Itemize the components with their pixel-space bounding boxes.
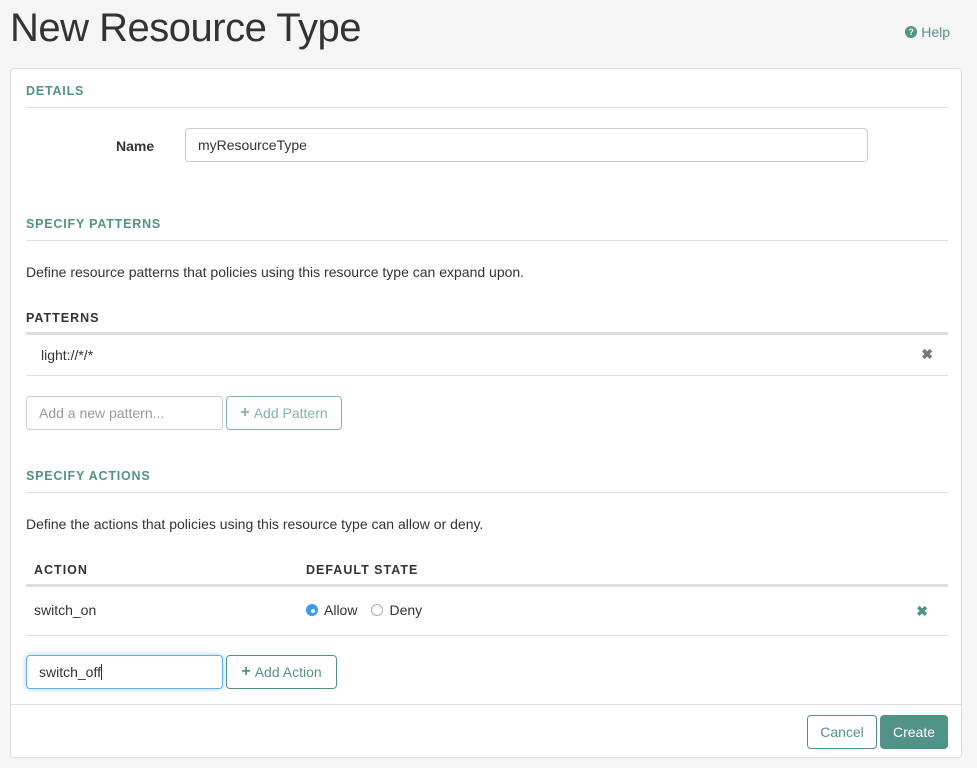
deny-radio-option[interactable]: Deny — [371, 602, 422, 618]
create-button[interactable]: Create — [880, 715, 948, 749]
help-link[interactable]: ? Help — [905, 24, 950, 40]
new-pattern-input[interactable] — [26, 396, 223, 430]
specify-patterns-heading: SPECIFY PATTERNS — [26, 217, 948, 241]
patterns-description: Define resource patterns that policies u… — [26, 264, 525, 280]
cancel-button[interactable]: Cancel — [807, 715, 877, 749]
add-action-button[interactable]: + Add Action — [226, 655, 337, 689]
patterns-table-header: PATTERNS — [26, 305, 948, 335]
allow-label: Allow — [324, 602, 358, 618]
default-state-column-header: DEFAULT STATE — [306, 563, 419, 577]
add-pattern-label: Add Pattern — [253, 405, 328, 421]
name-input[interactable] — [185, 128, 868, 162]
action-column-header: ACTION — [34, 563, 88, 577]
action-row: switch_on Allow Deny ✖ — [26, 587, 948, 636]
default-state-radio-group: Allow Deny — [306, 602, 422, 618]
remove-action-icon[interactable]: ✖ — [916, 603, 928, 620]
pattern-row: light://*/* ✖ — [26, 335, 948, 376]
details-heading: DETAILS — [26, 84, 948, 108]
actions-table-header: ACTION DEFAULT STATE — [26, 557, 948, 587]
new-action-value: switch_off — [39, 664, 101, 680]
deny-label: Deny — [389, 602, 423, 618]
page-title: New Resource Type — [10, 6, 361, 50]
patterns-column-header: PATTERNS — [26, 311, 100, 325]
question-circle-icon: ? — [905, 26, 918, 38]
help-label: Help — [921, 24, 950, 40]
deny-radio[interactable] — [371, 604, 384, 616]
action-name: switch_on — [34, 602, 97, 618]
add-action-label: Add Action — [254, 664, 322, 680]
allow-radio-option[interactable]: Allow — [306, 602, 357, 618]
actions-description: Define the actions that policies using t… — [26, 516, 484, 532]
remove-pattern-icon[interactable]: ✖ — [921, 346, 933, 363]
specify-actions-heading: SPECIFY ACTIONS — [26, 469, 948, 493]
plus-icon: + — [241, 663, 251, 680]
add-pattern-button[interactable]: + Add Pattern — [226, 396, 342, 430]
footer-divider — [11, 704, 961, 705]
text-caret — [101, 664, 102, 680]
allow-radio[interactable] — [306, 604, 318, 616]
name-label: Name — [116, 138, 155, 154]
new-action-input[interactable]: switch_off — [26, 655, 223, 689]
pattern-value: light://*/* — [41, 347, 94, 363]
resource-type-form-panel: DETAILS Name SPECIFY PATTERNS Define res… — [10, 68, 962, 758]
plus-icon: + — [240, 404, 250, 421]
